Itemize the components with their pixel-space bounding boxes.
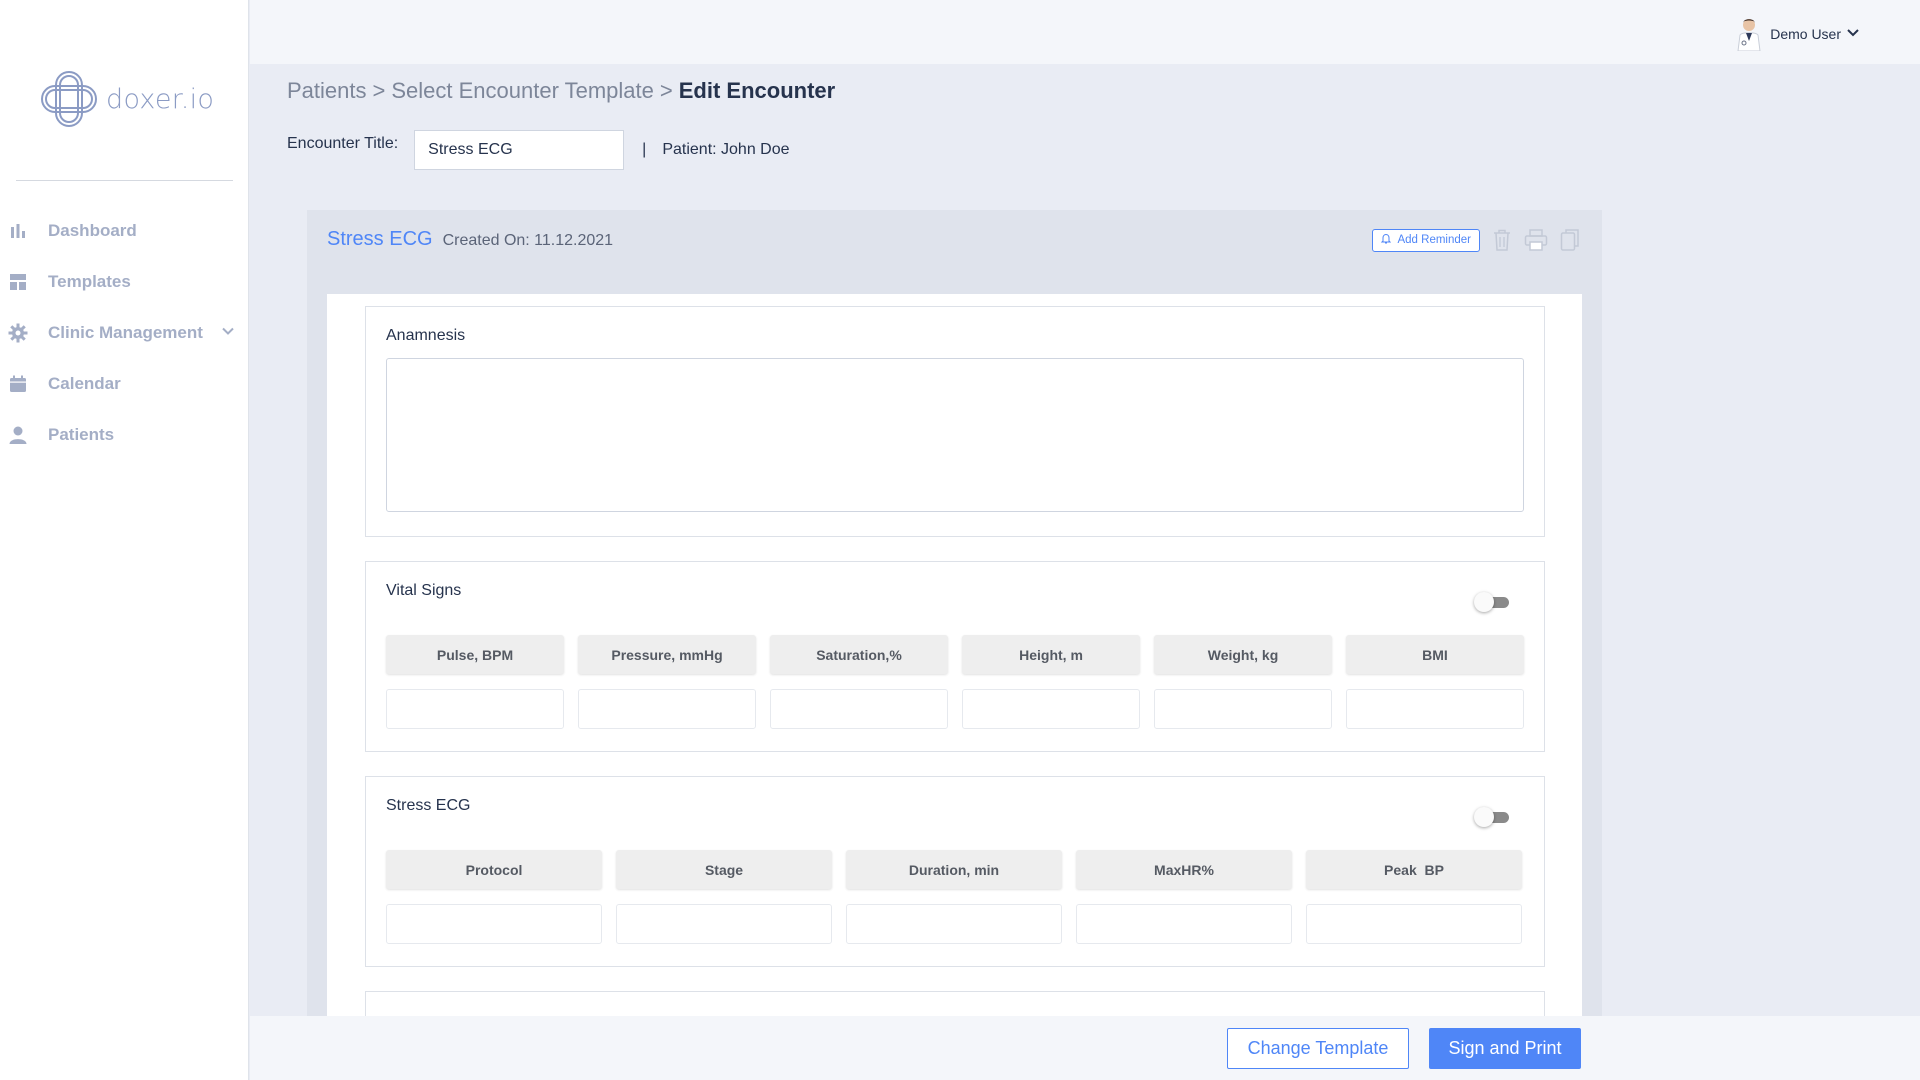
add-reminder-label: Add Reminder xyxy=(1397,234,1471,246)
encounter-panel: Stress ECG Created On: 11.12.2021 Add Re… xyxy=(307,210,1602,1040)
section-title: Stress ECG xyxy=(386,797,471,814)
separator: | xyxy=(642,141,647,158)
anamnesis-textarea[interactable] xyxy=(386,358,1524,512)
sidebar-item-patients[interactable]: Patients xyxy=(0,409,249,460)
breadcrumb-separator: > xyxy=(659,78,673,103)
chevron-down-icon xyxy=(1847,25,1859,43)
weight-input[interactable] xyxy=(1154,689,1332,729)
column-header: Stage xyxy=(616,850,832,889)
avatar xyxy=(1734,17,1764,52)
protocol-input[interactable] xyxy=(386,904,602,944)
vital-signs-headers: Pulse, BPM Pressure, mmHg Saturation,% H… xyxy=(386,635,1524,674)
column-header: Protocol xyxy=(386,850,602,889)
column-header: Duration, min xyxy=(846,850,1062,889)
bell-icon xyxy=(1381,233,1392,247)
sidebar-item-clinic-management[interactable]: Clinic Management xyxy=(0,307,249,358)
person-icon xyxy=(8,425,28,445)
bar-chart-icon xyxy=(8,221,28,241)
breadcrumb: Patients > Select Encounter Template > E… xyxy=(287,78,835,104)
breadcrumb-separator: > xyxy=(372,78,386,103)
sidebar-item-calendar[interactable]: Calendar xyxy=(0,358,249,409)
stress-ecg-section: Stress ECG Protocol Stage Duration, min … xyxy=(365,776,1545,967)
created-date: Created On: 11.12.2021 xyxy=(442,232,614,249)
sidebar: doxer.io Dashboard Templates Clinic Mana… xyxy=(0,0,249,1080)
templates-icon xyxy=(8,272,28,292)
encounter-title-label: Encounter Title: xyxy=(287,135,399,152)
logo[interactable]: doxer.io xyxy=(38,68,214,130)
vital-signs-toggle[interactable] xyxy=(1474,592,1512,612)
pulse-input[interactable] xyxy=(386,689,564,729)
breadcrumb-patients[interactable]: Patients xyxy=(287,78,367,104)
column-header: Pressure, mmHg xyxy=(578,635,756,674)
doxer-logo-icon xyxy=(41,71,97,127)
patient-name: Patient: John Doe xyxy=(662,141,790,158)
column-header: Height, m xyxy=(962,635,1140,674)
breadcrumb-select-template[interactable]: Select Encounter Template xyxy=(391,78,654,104)
stress-ecg-inputs xyxy=(386,904,1522,944)
vital-signs-inputs xyxy=(386,689,1524,729)
stage-input[interactable] xyxy=(616,904,832,944)
saturation-input[interactable] xyxy=(770,689,948,729)
column-header: MaxHR% xyxy=(1076,850,1292,889)
sidebar-item-label: Patients xyxy=(48,424,115,444)
sidebar-divider xyxy=(16,180,233,181)
encounter-title-row: Encounter Title: | Patient: John Doe xyxy=(287,130,790,170)
column-header: Pulse, BPM xyxy=(386,635,564,674)
sidebar-item-dashboard[interactable]: Dashboard xyxy=(0,205,249,256)
height-input[interactable] xyxy=(962,689,1140,729)
section-title: Vital Signs xyxy=(386,582,462,599)
gear-icon xyxy=(8,323,28,343)
sidebar-nav: Dashboard Templates Clinic Management Ca… xyxy=(0,205,249,460)
user-menu[interactable]: Demo User xyxy=(1734,17,1859,52)
section-title: Anamnesis xyxy=(386,327,466,344)
column-header: Weight, kg xyxy=(1154,635,1332,674)
print-icon[interactable] xyxy=(1524,228,1548,252)
sidebar-item-label: Clinic Management xyxy=(48,322,203,342)
chevron-down-icon xyxy=(221,324,235,343)
sign-and-print-button[interactable]: Sign and Print xyxy=(1429,1028,1581,1069)
brand-name: doxer.io xyxy=(106,83,215,115)
encounter-actions: Add Reminder xyxy=(1372,228,1582,252)
column-header: Saturation,% xyxy=(770,635,948,674)
sidebar-item-templates[interactable]: Templates xyxy=(0,256,249,307)
encounter-document: Anamnesis Vital Signs Pulse, BPM Pressur… xyxy=(327,294,1582,1040)
maxhr-input[interactable] xyxy=(1076,904,1292,944)
column-header: BMI xyxy=(1346,635,1524,674)
stress-ecg-headers: Protocol Stage Duration, min MaxHR% Peak… xyxy=(386,850,1522,889)
encounter-title-input[interactable] xyxy=(414,130,625,170)
anamnesis-section: Anamnesis xyxy=(365,306,1545,537)
sidebar-item-label: Templates xyxy=(48,271,131,291)
add-reminder-button[interactable]: Add Reminder xyxy=(1372,228,1480,252)
sidebar-item-label: Dashboard xyxy=(48,220,137,240)
change-template-button[interactable]: Change Template xyxy=(1227,1028,1409,1069)
copy-icon[interactable] xyxy=(1558,228,1582,252)
duration-input[interactable] xyxy=(846,904,1062,944)
calendar-icon xyxy=(8,374,28,394)
peak-bp-input[interactable] xyxy=(1306,904,1522,944)
stress-ecg-toggle[interactable] xyxy=(1474,807,1512,827)
footer-bar: Change Template Sign and Print xyxy=(250,1016,1920,1080)
sidebar-item-label: Calendar xyxy=(48,373,121,393)
pressure-input[interactable] xyxy=(578,689,756,729)
trash-icon[interactable] xyxy=(1490,228,1514,252)
encounter-header: Stress ECG Created On: 11.12.2021 xyxy=(327,228,613,251)
topbar: Demo User xyxy=(250,0,1920,64)
page-title: Edit Encounter xyxy=(678,78,836,103)
user-name: Demo User xyxy=(1770,26,1841,42)
encounter-name: Stress ECG xyxy=(327,228,433,250)
bmi-input[interactable] xyxy=(1346,689,1524,729)
vital-signs-section: Vital Signs Pulse, BPM Pressure, mmHg Sa… xyxy=(365,561,1545,752)
column-header: Peak BP xyxy=(1306,850,1522,889)
